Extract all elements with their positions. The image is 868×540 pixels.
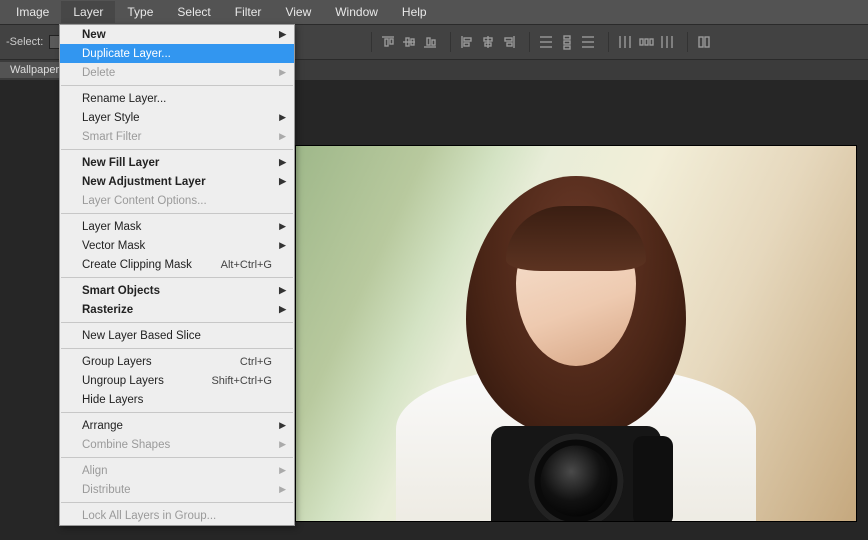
submenu-arrow-icon: ▶ (279, 221, 286, 232)
menu-item-label: Align (82, 465, 108, 477)
menu-item-label: Smart Objects (82, 285, 160, 297)
menu-item-new-layer-based-slice[interactable]: New Layer Based Slice (60, 326, 294, 345)
align-hcenter-icon[interactable] (478, 32, 498, 52)
distribute-right-icon[interactable] (657, 32, 677, 52)
submenu-arrow-icon: ▶ (279, 176, 286, 187)
menu-item-label: Combine Shapes (82, 439, 170, 451)
menu-separator (61, 149, 293, 150)
menubar: ImageLayerTypeSelectFilterViewWindowHelp (0, 0, 868, 24)
menu-item-smart-objects[interactable]: Smart Objects ▶ (60, 281, 294, 300)
menu-item-label: Delete (82, 67, 115, 79)
menu-item-rename-layer[interactable]: Rename Layer... (60, 89, 294, 108)
distribute-vcenter-icon[interactable] (557, 32, 577, 52)
auto-select-label: -Select: (6, 36, 43, 48)
menubar-item-view[interactable]: View (273, 1, 323, 23)
menubar-item-select[interactable]: Select (165, 1, 222, 23)
submenu-arrow-icon: ▶ (279, 67, 286, 78)
menu-separator (61, 213, 293, 214)
submenu-arrow-icon: ▶ (279, 465, 286, 476)
menu-item-layer-mask[interactable]: Layer Mask ▶ (60, 217, 294, 236)
menu-item-shortcut: Alt+Ctrl+G (221, 259, 272, 271)
menu-item-label: Distribute (82, 484, 131, 496)
menu-separator (61, 277, 293, 278)
menu-item-label: New Layer Based Slice (82, 330, 201, 342)
align-top-icon[interactable] (378, 32, 398, 52)
photo-content (406, 176, 746, 516)
menu-separator (61, 348, 293, 349)
submenu-arrow-icon: ▶ (279, 285, 286, 296)
submenu-arrow-icon: ▶ (279, 157, 286, 168)
menu-item-delete: Delete ▶ (60, 63, 294, 82)
menu-item-new[interactable]: New ▶ (60, 25, 294, 44)
menu-item-label: Hide Layers (82, 394, 143, 406)
distribute-top-icon[interactable] (536, 32, 556, 52)
menu-item-label: Arrange (82, 420, 123, 432)
menu-item-new-fill-layer[interactable]: New Fill Layer ▶ (60, 153, 294, 172)
align-right-icon[interactable] (499, 32, 519, 52)
align-vcenter-icon[interactable] (399, 32, 419, 52)
menubar-item-filter[interactable]: Filter (223, 1, 274, 23)
submenu-arrow-icon: ▶ (279, 439, 286, 450)
menubar-item-help[interactable]: Help (390, 1, 439, 23)
menu-item-ungroup-layers[interactable]: Ungroup Layers Shift+Ctrl+G (60, 371, 294, 390)
menu-separator (61, 412, 293, 413)
menu-item-label: New (82, 29, 106, 41)
align-bottom-icon[interactable] (420, 32, 440, 52)
distribute-hcenter-icon[interactable] (636, 32, 656, 52)
menu-item-label: Group Layers (82, 356, 152, 368)
menu-item-label: Duplicate Layer... (82, 48, 171, 60)
menu-item-group-layers[interactable]: Group Layers Ctrl+G (60, 352, 294, 371)
menu-separator (61, 502, 293, 503)
auto-align-icon[interactable] (694, 32, 714, 52)
menu-item-create-clipping-mask[interactable]: Create Clipping Mask Alt+Ctrl+G (60, 255, 294, 274)
menu-item-align: Align ▶ (60, 461, 294, 480)
menu-item-shortcut: Shift+Ctrl+G (211, 375, 272, 387)
menu-item-label: Ungroup Layers (82, 375, 164, 387)
menu-item-label: Smart Filter (82, 131, 141, 143)
menubar-item-layer[interactable]: Layer (61, 1, 115, 23)
menu-item-smart-filter: Smart Filter ▶ (60, 127, 294, 146)
menu-item-label: Rename Layer... (82, 93, 166, 105)
menu-item-label: New Fill Layer (82, 157, 159, 169)
menu-item-label: Rasterize (82, 304, 133, 316)
align-left-icon[interactable] (457, 32, 477, 52)
menubar-item-type[interactable]: Type (115, 1, 165, 23)
submenu-arrow-icon: ▶ (279, 420, 286, 431)
menu-item-duplicate-layer[interactable]: Duplicate Layer... (60, 44, 294, 63)
menu-item-rasterize[interactable]: Rasterize ▶ (60, 300, 294, 319)
menu-item-layer-content-options: Layer Content Options... (60, 191, 294, 210)
menu-item-lock-all-layers-in-group: Lock All Layers in Group... (60, 506, 294, 525)
layer-menu-dropdown: New ▶ Duplicate Layer... Delete ▶ Rename Laye… (59, 24, 295, 526)
menu-item-label: New Adjustment Layer (82, 176, 206, 188)
menu-item-label: Lock All Layers in Group... (82, 510, 216, 522)
menu-separator (61, 457, 293, 458)
menu-item-arrange[interactable]: Arrange ▶ (60, 416, 294, 435)
menu-item-shortcut: Ctrl+G (240, 356, 272, 368)
menu-item-label: Create Clipping Mask (82, 259, 192, 271)
menubar-item-window[interactable]: Window (323, 1, 390, 23)
menu-item-label: Layer Content Options... (82, 195, 207, 207)
distribute-left-icon[interactable] (615, 32, 635, 52)
menu-item-new-adjustment-layer[interactable]: New Adjustment Layer ▶ (60, 172, 294, 191)
document-canvas[interactable] (296, 146, 856, 521)
submenu-arrow-icon: ▶ (279, 29, 286, 40)
submenu-arrow-icon: ▶ (279, 131, 286, 142)
menu-separator (61, 322, 293, 323)
menu-item-label: Layer Style (82, 112, 140, 124)
menubar-item-image[interactable]: Image (4, 1, 61, 23)
menu-item-layer-style[interactable]: Layer Style ▶ (60, 108, 294, 127)
menu-item-combine-shapes: Combine Shapes ▶ (60, 435, 294, 454)
submenu-arrow-icon: ▶ (279, 112, 286, 123)
menu-item-label: Vector Mask (82, 240, 145, 252)
menu-separator (61, 85, 293, 86)
distribute-bottom-icon[interactable] (578, 32, 598, 52)
menu-item-label: Layer Mask (82, 221, 141, 233)
menu-item-vector-mask[interactable]: Vector Mask ▶ (60, 236, 294, 255)
submenu-arrow-icon: ▶ (279, 304, 286, 315)
menu-item-distribute: Distribute ▶ (60, 480, 294, 499)
menu-item-hide-layers[interactable]: Hide Layers (60, 390, 294, 409)
submenu-arrow-icon: ▶ (279, 484, 286, 495)
submenu-arrow-icon: ▶ (279, 240, 286, 251)
